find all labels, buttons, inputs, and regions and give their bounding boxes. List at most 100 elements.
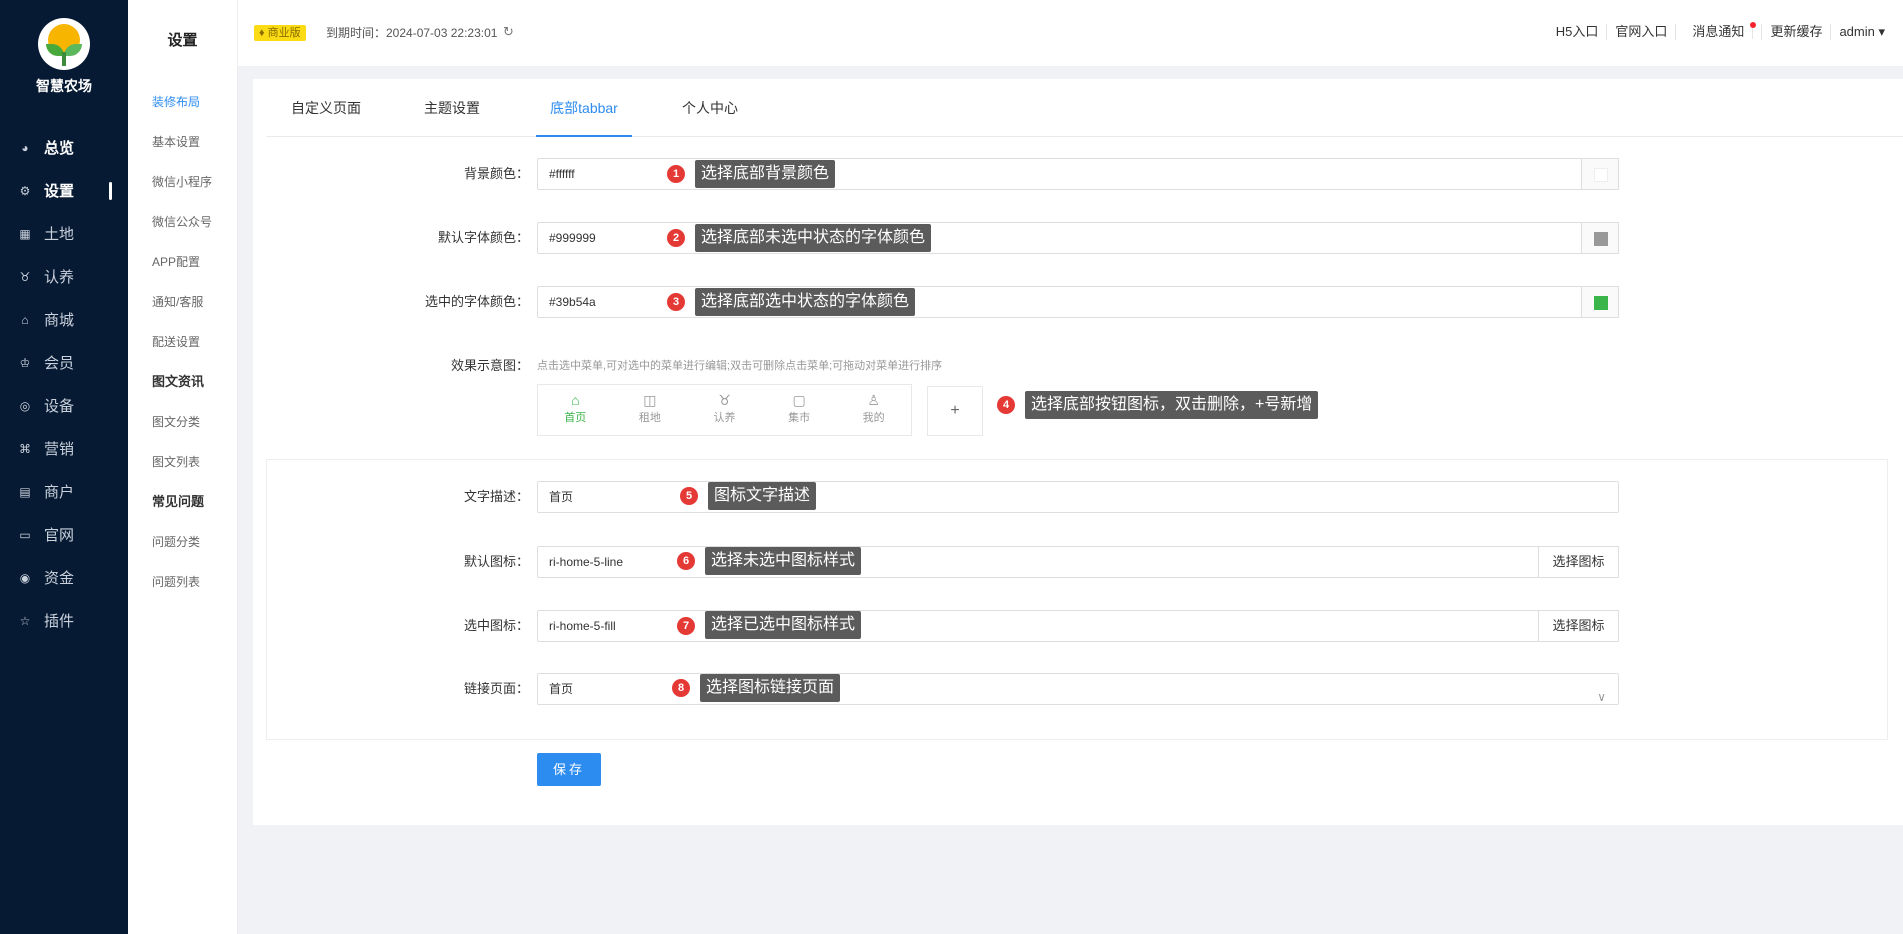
selected-font-color-picker[interactable] (1581, 286, 1619, 318)
tooltip-link-page: 选择图标链接页面 (700, 674, 841, 702)
tab-theme[interactable]: 主题设置 (402, 79, 502, 137)
edition-label: 商业版 (267, 27, 301, 39)
nav-item-website[interactable]: ▭ 官网 (0, 513, 128, 556)
tooltip-text-desc: 图标文字描述 (708, 482, 817, 510)
notifications-link[interactable]: 消息通知 (1676, 22, 1763, 40)
step-badge: 5 (680, 487, 698, 505)
main-sidebar: 智慧农场 ◕ 总览 ⚙ 设置 ▦ 土地 ♉ 认养 ⌂ 商城 ♔ 会员 ◎ 设备 ⌘ 营销 ▤ 商户… (0, 0, 128, 934)
selected-font-color-label: 选中的字体颜色： (424, 294, 529, 309)
choose-default-icon-button[interactable]: 选择图标 (1538, 546, 1619, 578)
step-badge: 1 (667, 165, 685, 183)
nav-item-settings[interactable]: ⚙ 设置 (0, 169, 128, 212)
tabbar-item-mine[interactable]: ♙ 我的 (836, 385, 911, 435)
choose-selected-icon-button[interactable]: 选择图标 (1538, 610, 1619, 642)
subnav-item-article-category[interactable]: 图文分类 (128, 402, 237, 442)
h5-entry-link[interactable]: H5入口 (1548, 24, 1608, 40)
subnav-item-official-account[interactable]: 微信公众号 (128, 202, 237, 242)
subnav-item-delivery[interactable]: 配送设置 (128, 322, 237, 362)
subnav-group-faq: 常见问题 (152, 494, 205, 509)
save-button[interactable]: 保存 (537, 753, 601, 786)
subnav-item-article-list[interactable]: 图文列表 (128, 442, 237, 482)
device-icon: ◎ (19, 398, 31, 413)
default-icon-label: 默认图标： (463, 554, 529, 569)
nav-label: 会员 (44, 355, 75, 372)
step-badge: 2 (667, 229, 685, 247)
subnav-item-miniprogram[interactable]: 微信小程序 (128, 162, 237, 202)
tabbar-item-label: 认养 (713, 412, 736, 424)
nav-item-device[interactable]: ◎ 设备 (0, 384, 128, 427)
unread-dot (1750, 22, 1757, 28)
default-font-color-picker[interactable] (1581, 222, 1619, 254)
farm-logo-icon (38, 18, 90, 70)
preview-hint: 点击选中菜单,可对选中的菜单进行编辑;双击可删除点击菜单;可拖动对菜单进行排序 (537, 360, 943, 372)
refresh-icon[interactable]: ↻ (503, 24, 514, 40)
main-nav: ◕ 总览 ⚙ 设置 ▦ 土地 ♉ 认养 ⌂ 商城 ♔ 会员 ◎ 设备 ⌘ 营销 ▤ 商户 ▭ 官网 … (0, 126, 128, 642)
subnav-item-faq-list[interactable]: 问题列表 (128, 562, 237, 602)
subnav-item-layout[interactable]: 装修布局 (128, 82, 237, 122)
tabbar-item-label: 集市 (788, 412, 811, 424)
settings-subnav: 设置 装修布局 基本设置 微信小程序 微信公众号 APP配置 通知/客服 配送设… (128, 0, 238, 934)
subnav-item-basic[interactable]: 基本设置 (128, 122, 237, 162)
add-tabbar-item-button[interactable]: + (927, 386, 983, 436)
merchant-icon: ▤ (19, 484, 31, 499)
color-swatch (1594, 168, 1608, 182)
tooltip-default-icon: 选择未选中图标样式 (705, 547, 862, 575)
nav-item-money[interactable]: ◉ 资金 (0, 556, 128, 599)
nav-label: 插件 (44, 613, 75, 630)
nav-item-land[interactable]: ▦ 土地 (0, 212, 128, 255)
adopt-icon: ♉ (19, 269, 31, 284)
nav-item-marketing[interactable]: ⌘ 营销 (0, 427, 128, 470)
subnav-item-app[interactable]: APP配置 (128, 242, 237, 282)
diamond-icon: ♦ (259, 27, 268, 39)
bag-icon: ▢ (792, 392, 806, 408)
preview-label: 效果示意图： (450, 358, 529, 373)
nav-item-member[interactable]: ♔ 会员 (0, 341, 128, 384)
tabbar-item-rent[interactable]: ◫ 租地 (613, 385, 688, 435)
bg-color-label: 背景颜色： (463, 166, 529, 181)
edition-badge: ♦ 商业版 (254, 25, 306, 41)
tooltip-default-font-color: 选择底部未选中状态的字体颜色 (695, 224, 932, 252)
tabbar-item-home[interactable]: ⌂ 首页 (538, 385, 613, 435)
layout-icon: ◫ (643, 392, 657, 408)
nav-item-overview[interactable]: ◕ 总览 (0, 126, 128, 169)
user-icon: ♙ (867, 392, 880, 408)
nav-label: 官网 (44, 527, 75, 544)
link-page-label: 链接页面： (463, 681, 529, 696)
color-swatch (1594, 232, 1608, 246)
nav-label: 营销 (44, 441, 75, 458)
notifications-label: 消息通知 (1684, 24, 1754, 39)
user-menu[interactable]: admin ▾ (1831, 24, 1893, 40)
tab-profile[interactable]: 个人中心 (662, 79, 758, 137)
tabbar-item-label: 我的 (862, 412, 885, 424)
subnav-item-notify[interactable]: 通知/客服 (128, 282, 237, 322)
nav-label: 总览 (44, 140, 75, 157)
tabbar-item-market[interactable]: ▢ 集市 (762, 385, 837, 435)
selected-font-color-input[interactable]: #39b54a (537, 286, 1582, 318)
tabbar-item-adopt[interactable]: ♉ 认养 (687, 385, 762, 435)
nav-item-merchant[interactable]: ▤ 商户 (0, 470, 128, 513)
bg-color-input[interactable]: #ffffff (537, 158, 1582, 190)
nav-item-shop[interactable]: ⌂ 商城 (0, 298, 128, 341)
dashboard-icon: ◕ (21, 140, 29, 155)
tabs-bar: 自定义页面 主题设置 底部tabbar 个人中心 (266, 79, 1903, 137)
header-links: H5入口 官网入口 消息通知 更新缓存 admin ▾ (1548, 22, 1893, 40)
nav-label: 设置 (44, 183, 75, 200)
tab-bottom-tabbar[interactable]: 底部tabbar (536, 79, 632, 137)
clear-cache-link[interactable]: 更新缓存 (1762, 24, 1832, 40)
nav-item-adopt[interactable]: ♉ 认养 (0, 255, 128, 298)
subnav-item-faq-category[interactable]: 问题分类 (128, 522, 237, 562)
default-font-color-input[interactable]: #999999 (537, 222, 1582, 254)
website-entry-link[interactable]: 官网入口 (1607, 24, 1677, 40)
selected-icon-label: 选中图标： (463, 618, 529, 633)
money-icon: ◉ (19, 570, 31, 585)
nav-label: 土地 (44, 226, 75, 243)
bg-color-picker[interactable] (1581, 158, 1619, 190)
expire-time: 到期时间：2024-07-03 22:23:01 (326, 26, 498, 40)
chevron-down-icon: ∨ (1597, 690, 1606, 704)
tab-custom-page[interactable]: 自定义页面 (266, 79, 386, 137)
color-swatch (1594, 296, 1608, 310)
nav-item-plugin[interactable]: ☆ 插件 (0, 599, 128, 642)
top-header: ♦ 商业版 到期时间：2024-07-03 22:23:01 ↻ H5入口 官网… (238, 0, 1903, 66)
text-desc-input[interactable]: 首页 (537, 481, 1619, 513)
nav-label: 设备 (44, 398, 75, 415)
